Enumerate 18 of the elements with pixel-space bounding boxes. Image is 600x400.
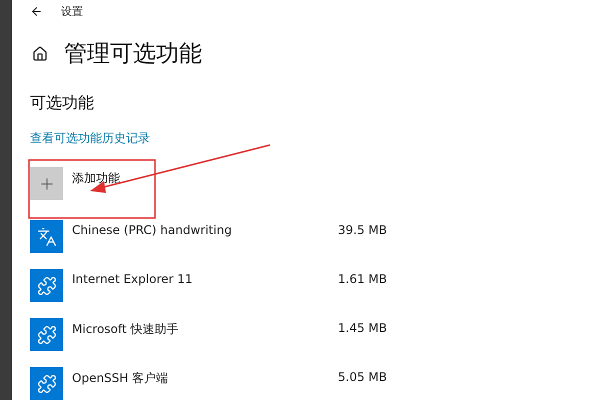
home-icon[interactable]	[32, 46, 48, 62]
feature-name: Chinese (PRC) handwriting	[72, 223, 233, 237]
history-link[interactable]: 查看可选功能历史记录	[30, 130, 150, 148]
feature-name: OpenSSH 客户端	[72, 370, 170, 387]
window-title: 设置	[61, 4, 83, 19]
section-title: 可选功能	[30, 93, 95, 114]
feature-size: 39.5 MB	[338, 223, 387, 237]
feature-size: 5.05 MB	[338, 370, 387, 384]
add-feature-label: 添加功能	[72, 170, 120, 188]
back-icon[interactable]	[30, 4, 43, 18]
puzzle-icon	[30, 269, 63, 302]
page-title: 管理可选功能	[64, 40, 202, 70]
feature-name: Internet Explorer 11	[72, 272, 194, 286]
feature-name: Microsoft 快速助手	[72, 321, 180, 338]
feature-size: 1.45 MB	[338, 321, 387, 335]
language-icon	[30, 220, 63, 253]
feature-size: 1.61 MB	[338, 272, 387, 286]
puzzle-icon	[30, 318, 63, 351]
